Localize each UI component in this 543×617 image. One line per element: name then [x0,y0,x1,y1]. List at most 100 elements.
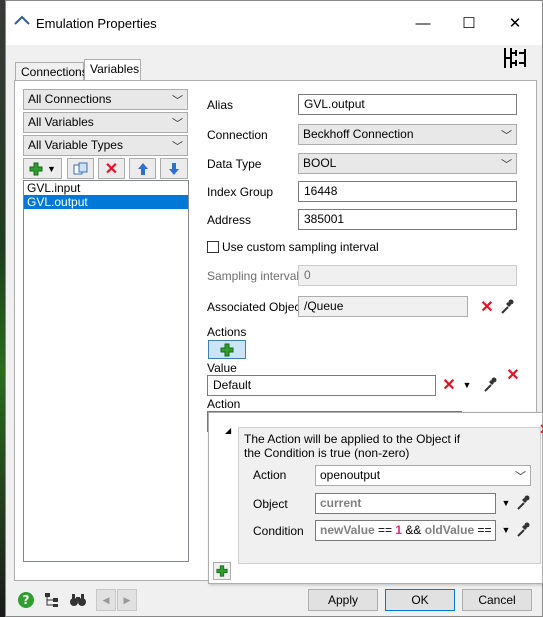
plus-icon [216,565,228,577]
maximize-button[interactable]: ☐ [449,9,489,37]
sampling-interval-field: 0 [298,265,517,286]
value-sampler-button[interactable] [482,376,498,394]
arrow-down-icon [169,162,179,175]
apply-button[interactable]: Apply [308,589,378,611]
window-title: Emulation Properties [36,16,157,31]
delete-x-icon: ✕ [480,299,494,316]
action-label: Action [207,397,241,411]
sampler-button[interactable] [499,298,515,316]
delete-x-icon: ✕ [104,160,119,178]
flexsim-logo-icon [14,15,30,25]
variables-list[interactable]: GVL.input GVL.output [23,180,189,562]
list-item[interactable]: GVL.output [24,195,188,209]
popup-object-label: Object [253,497,288,511]
value-label: Value [207,361,237,375]
alias-label: Alias [207,98,234,112]
move-down-button[interactable] [160,158,188,179]
connections-filter-dropdown[interactable]: All Connections ﹀ [23,89,188,110]
dropdown-arrow-icon: ▼ [462,380,472,390]
chevron-down-icon: ﹀ [172,118,183,130]
duplicate-button[interactable] [67,158,94,179]
popup-action-dropdown[interactable]: openoutput ﹀ [315,465,531,486]
arrow-right-icon: ▶ [123,594,131,605]
index-group-label: Index Group [207,185,274,199]
cancel-button[interactable]: Cancel [462,589,532,611]
condition-sampler-button[interactable] [515,521,531,539]
chevron-down-icon: ﹀ [515,471,526,483]
tab-variables[interactable]: Variables [84,59,141,81]
custom-sampling-checkbox[interactable] [207,241,219,253]
ok-button[interactable]: OK [385,589,455,611]
popup-object-field[interactable]: current [315,493,496,514]
variable-types-filter-dropdown[interactable]: All Variable Types ﹀ [23,135,188,156]
dropdown-arrow-icon: ▼ [501,525,511,535]
close-button[interactable]: ✕ [495,9,535,37]
action-settings-panel: The Action will be applied to the Object… [238,427,541,564]
connection-dropdown[interactable]: Beckhoff Connection ﹀ [298,124,517,145]
chevron-down-icon: ﹀ [172,95,183,107]
arrow-left-icon: ◀ [102,594,110,605]
eyedropper-icon [484,377,497,392]
chevron-down-icon: ﹀ [501,159,512,171]
help-button[interactable]: ? [15,589,37,611]
plus-icon [220,343,234,356]
tree-view-button[interactable] [41,589,63,611]
chevron-down-icon: ﹀ [501,130,512,142]
collapse-arrow-icon: ◢ [225,426,232,435]
arrow-up-icon [137,162,148,175]
clear-value-button[interactable]: ✕ [441,377,457,394]
object-options-button[interactable]: ▼ [500,497,512,509]
clear-object-button[interactable]: ✕ [479,299,495,316]
binoculars-icon [70,594,86,606]
eyedropper-icon [517,495,530,510]
popup-condition-label: Condition [253,524,304,538]
object-sampler-button[interactable] [515,494,531,512]
delete-x-icon: ✕ [506,367,520,384]
add-variable-button[interactable]: ▼ [23,158,62,179]
next-button[interactable]: ▶ [117,589,137,611]
actions-label: Actions [207,325,247,339]
index-group-field[interactable]: 16448 [298,181,517,202]
chevron-down-icon: ﹀ [172,141,183,153]
add-action-row-button[interactable] [213,562,231,580]
copy-icon [73,162,87,174]
popup-condition-field[interactable]: newValue == 1 && oldValue == 0 [315,520,496,541]
remove-value-button[interactable]: ✕ [505,367,521,384]
move-up-button[interactable] [129,158,156,179]
help-icon: ? [18,592,34,608]
custom-sampling-label: Use custom sampling interval [222,240,379,254]
list-item[interactable]: GVL.input [24,181,188,195]
connection-label: Connection [207,128,268,142]
delete-x-icon: ✕ [442,377,456,394]
address-label: Address [207,213,252,227]
dropdown-arrow-icon: ▼ [47,163,56,174]
svg-text:?: ? [23,593,30,607]
remove-action-icon[interactable]: ✕ [539,421,543,438]
eyedropper-icon [517,522,530,537]
value-field[interactable]: Default [207,375,436,396]
datatype-label: Data Type [207,157,262,171]
address-field[interactable]: 385001 [298,209,517,230]
minimize-button[interactable]: — [403,9,443,37]
add-action-button[interactable] [208,340,246,359]
find-button[interactable] [67,589,89,611]
plus-icon [29,162,43,175]
alias-field[interactable]: GVL.output [298,94,517,115]
datatype-dropdown[interactable]: BOOL ﹀ [298,153,517,174]
associated-object-label: Associated Object [207,300,304,314]
value-options-button[interactable]: ▼ [461,379,473,391]
tab-connections[interactable]: Connections [15,62,88,81]
action-description: The Action will be applied to the Object… [244,432,461,460]
action-popup: ◢ The Action will be applied to the Obje… [208,412,543,584]
sampling-interval-label: Sampling interval [207,269,300,283]
plc-ladder-icon [504,48,526,68]
condition-options-button[interactable]: ▼ [500,524,512,536]
title-bar: Emulation Properties — ☐ ✕ [6,1,542,45]
variables-filter-dropdown[interactable]: All Variables ﹀ [23,112,188,133]
popup-action-label: Action [253,468,287,482]
previous-button[interactable]: ◀ [96,589,116,611]
dropdown-arrow-icon: ▼ [501,498,511,508]
delete-variable-button[interactable]: ✕ [98,158,125,179]
associated-object-field[interactable]: /Queue [298,296,468,317]
eyedropper-icon [501,299,514,314]
